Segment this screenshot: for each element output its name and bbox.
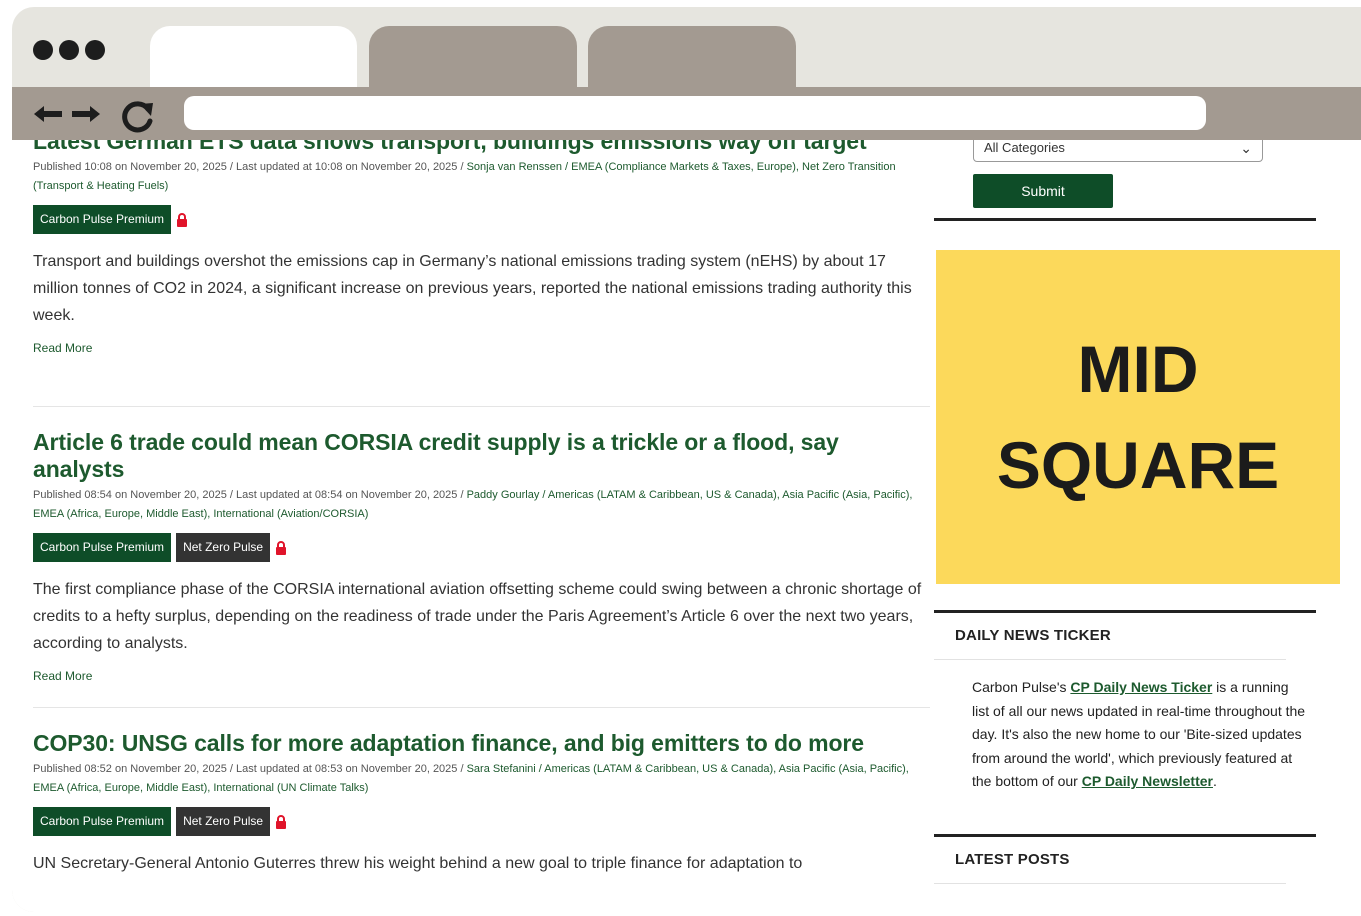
ticker-description: Carbon Pulse's CP Daily News Ticker is a… bbox=[972, 676, 1308, 794]
ticker-link[interactable]: CP Daily News Ticker bbox=[1070, 679, 1212, 695]
browser-tab[interactable] bbox=[588, 26, 796, 88]
category-select-value: All Categories bbox=[984, 140, 1065, 155]
article-list: Latest German ETS data shows transport, … bbox=[12, 140, 932, 912]
page-content: Latest German ETS data shows transport, … bbox=[12, 140, 1361, 912]
premium-badge[interactable]: Carbon Pulse Premium bbox=[33, 807, 172, 836]
ticker-heading: DAILY NEWS TICKER bbox=[955, 627, 1111, 644]
ad-text-line: MID bbox=[1077, 332, 1199, 406]
divider bbox=[934, 659, 1286, 660]
divider bbox=[934, 610, 1316, 613]
arrow-right-icon[interactable] bbox=[70, 105, 102, 123]
read-more-link[interactable]: Read More bbox=[33, 669, 923, 683]
window-dot-icon[interactable] bbox=[59, 40, 79, 60]
article-excerpt: UN Secretary-General Antonio Guterres th… bbox=[33, 855, 803, 872]
divider bbox=[934, 218, 1316, 221]
lock-icon bbox=[177, 212, 188, 227]
article-item: Article 6 trade could mean CORSIA credit… bbox=[33, 429, 923, 683]
article-title[interactable]: Latest German ETS data shows transport, … bbox=[33, 140, 923, 155]
article-title[interactable]: COP30: UNSG calls for more adaptation fi… bbox=[33, 730, 923, 757]
latest-posts-heading: LATEST POSTS bbox=[955, 851, 1070, 868]
net-zero-badge[interactable]: Net Zero Pulse bbox=[176, 807, 271, 836]
window-controls bbox=[33, 40, 105, 60]
article-dates: Published 08:52 on November 20, 2025 / L… bbox=[33, 763, 467, 775]
browser-tab-active[interactable] bbox=[150, 26, 357, 88]
article-excerpt: Transport and buildings overshot the emi… bbox=[33, 253, 912, 324]
chevron-down-icon: ⌄ bbox=[1240, 140, 1252, 156]
reload-icon[interactable] bbox=[120, 100, 156, 134]
article-meta: Published 08:54 on November 20, 2025 / L… bbox=[33, 486, 923, 524]
lock-icon bbox=[276, 814, 287, 829]
divider bbox=[934, 834, 1316, 837]
ticker-text: . bbox=[1212, 773, 1217, 789]
category-select[interactable]: All Categories ⌄ bbox=[973, 140, 1263, 162]
ad-text-line: SQUARE bbox=[996, 428, 1280, 502]
lock-icon bbox=[276, 540, 287, 555]
browser-toolbar bbox=[12, 87, 1361, 140]
browser-tab[interactable] bbox=[369, 26, 577, 88]
submit-button[interactable]: Submit bbox=[973, 174, 1113, 208]
divider bbox=[934, 883, 1286, 884]
article-badges: Carbon Pulse Premium bbox=[33, 205, 923, 234]
article-excerpt: The first compliance phase of the CORSIA… bbox=[33, 581, 922, 652]
net-zero-badge[interactable]: Net Zero Pulse bbox=[176, 533, 271, 562]
arrow-left-icon[interactable] bbox=[32, 105, 64, 123]
browser-window: Latest German ETS data shows transport, … bbox=[12, 7, 1361, 912]
read-more-link[interactable]: Read More bbox=[33, 341, 923, 355]
newsletter-link[interactable]: CP Daily Newsletter bbox=[1082, 773, 1213, 789]
address-bar[interactable] bbox=[184, 96, 1206, 130]
premium-badge[interactable]: Carbon Pulse Premium bbox=[33, 533, 172, 562]
divider bbox=[33, 707, 930, 708]
article-meta: Published 10:08 on November 20, 2025 / L… bbox=[33, 158, 923, 196]
article-badges: Carbon Pulse Premium Net Zero Pulse bbox=[33, 533, 923, 562]
article-item: COP30: UNSG calls for more adaptation fi… bbox=[33, 730, 923, 877]
article-title[interactable]: Article 6 trade could mean CORSIA credit… bbox=[33, 429, 923, 483]
sidebar: All Categories ⌄ Submit MID SQUARE DAILY… bbox=[932, 140, 1361, 912]
ticker-text: Carbon Pulse's bbox=[972, 679, 1071, 695]
article-dates: Published 10:08 on November 20, 2025 / L… bbox=[33, 161, 467, 173]
divider bbox=[33, 406, 930, 407]
article-meta: Published 08:52 on November 20, 2025 / L… bbox=[33, 760, 923, 798]
window-dot-icon[interactable] bbox=[33, 40, 53, 60]
article-dates: Published 08:54 on November 20, 2025 / L… bbox=[33, 489, 467, 501]
mid-square-ad[interactable]: MID SQUARE bbox=[936, 250, 1340, 584]
article-item: Latest German ETS data shows transport, … bbox=[33, 140, 923, 355]
premium-badge[interactable]: Carbon Pulse Premium bbox=[33, 205, 172, 234]
window-dot-icon[interactable] bbox=[85, 40, 105, 60]
article-badges: Carbon Pulse Premium Net Zero Pulse bbox=[33, 807, 923, 836]
